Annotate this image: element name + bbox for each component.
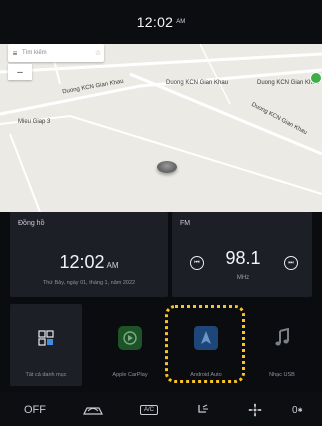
grid-icon: [32, 324, 60, 352]
ac-label: A/C: [139, 405, 158, 415]
fan-icon: [248, 403, 262, 417]
map-search-bar[interactable]: ≡ Tìm kiếm ☆: [8, 44, 104, 62]
status-bar: 12:02 AM: [0, 0, 322, 44]
status-time: 12:02: [136, 14, 174, 30]
clock-widget-title: Đồng hồ: [18, 220, 45, 227]
ac-button[interactable]: A/C: [138, 402, 160, 418]
music-note-icon: [268, 324, 296, 352]
car-recirculation-icon: [83, 407, 103, 415]
fm-widget-title: FM: [180, 220, 191, 227]
clock-ampm: AM: [106, 261, 119, 270]
fan-small-icon: ✱: [297, 407, 303, 414]
app-carplay[interactable]: Apple CarPlay: [94, 304, 166, 386]
skip-previous-icon: ⏮: [194, 259, 200, 266]
temperature-display: 0 ✱: [292, 402, 303, 418]
road-label: Mieu Giap 3: [18, 119, 51, 125]
fm-frequency: 98.1: [225, 248, 261, 268]
skip-next-icon: ⏭: [288, 259, 294, 266]
app-all-categories[interactable]: Tất cả danh mục: [10, 304, 82, 386]
road-label: Duong KCN Gian Khau: [257, 80, 320, 86]
app-label: Tất cả danh mục: [25, 372, 67, 378]
app-android-auto[interactable]: Android Auto: [170, 304, 242, 386]
app-label: Apple CarPlay: [112, 372, 148, 378]
recirculation-button[interactable]: [80, 402, 106, 418]
fm-previous-button[interactable]: ⏮: [190, 256, 204, 270]
airflow-mode-button[interactable]: [192, 402, 212, 418]
map-search-input[interactable]: Tìm kiếm: [22, 50, 92, 56]
app-label: Nhạc USB: [269, 372, 295, 378]
app-usb-music[interactable]: Nhạc USB: [246, 304, 318, 386]
fm-next-button[interactable]: ⏭: [284, 256, 298, 270]
clock-time-value: 12:02: [59, 252, 105, 272]
climate-power-button[interactable]: OFF: [24, 402, 46, 418]
map-roads: [0, 44, 322, 212]
climate-bar: OFF A/C 0 ✱: [0, 392, 322, 426]
fm-unit: MHz: [236, 275, 250, 281]
android-auto-icon: [192, 324, 220, 352]
fan-speed-button[interactable]: [246, 402, 264, 418]
road-label: Duong KCN Gian Khau: [166, 80, 229, 86]
carplay-icon: [116, 324, 144, 352]
clock-time: 12:02 AM: [10, 252, 168, 273]
menu-icon[interactable]: ≡: [8, 49, 22, 58]
map-view[interactable]: ≡ Tìm kiếm ☆ – Duong KCN Gian Khau Duong…: [0, 44, 322, 212]
zoom-out-button[interactable]: –: [8, 64, 32, 80]
clock-widget[interactable]: Đồng hồ 12:02 AM Thứ Bảy, ngày 01, tháng …: [10, 212, 168, 297]
seat-airflow-icon: [198, 404, 208, 413]
status-ampm: AM: [176, 19, 186, 25]
map-action-button[interactable]: [310, 72, 322, 84]
location-puck-icon: [157, 161, 177, 173]
clock-date: Thứ Bảy, ngày 01, tháng 1, năm 2022: [42, 280, 136, 286]
star-icon[interactable]: ☆: [92, 49, 104, 57]
app-label: Android Auto: [190, 372, 222, 378]
